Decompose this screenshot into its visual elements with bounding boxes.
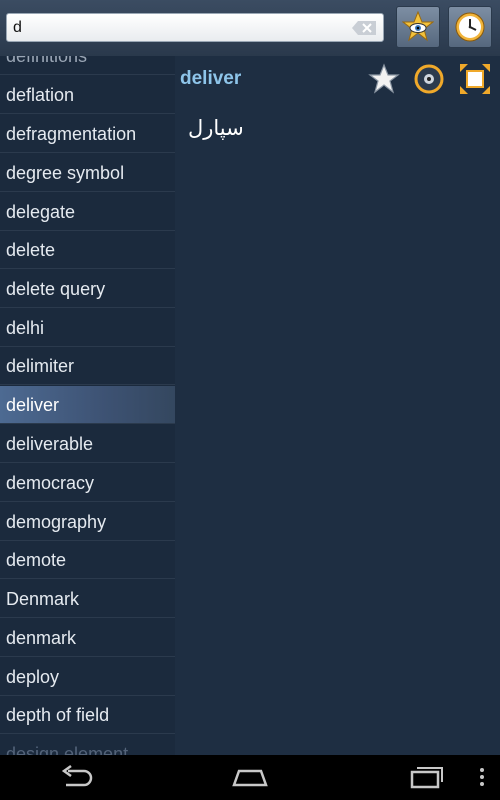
home-icon[interactable] — [231, 763, 269, 791]
list-item[interactable]: deliverable — [0, 425, 175, 463]
list-item[interactable]: definitions — [0, 56, 175, 75]
list-item[interactable]: deploy — [0, 658, 175, 696]
list-item[interactable]: degree symbol — [0, 154, 175, 192]
star-icon[interactable] — [367, 62, 401, 96]
list-item[interactable]: deflation — [0, 76, 175, 114]
list-item[interactable]: depth of field — [0, 696, 175, 734]
back-icon[interactable] — [58, 763, 94, 791]
recent-apps-icon[interactable] — [408, 763, 444, 791]
list-item[interactable]: Denmark — [0, 580, 175, 618]
clock-icon — [455, 12, 485, 42]
entry-panel: deliver سپارل — [175, 56, 500, 755]
list-item[interactable]: denmark — [0, 619, 175, 657]
fullscreen-icon[interactable] — [458, 62, 492, 96]
history-button[interactable] — [448, 6, 492, 48]
list-item[interactable]: design element — [0, 735, 175, 755]
list-item[interactable]: demography — [0, 503, 175, 541]
list-item[interactable]: demote — [0, 541, 175, 579]
overflow-menu-icon[interactable] — [476, 763, 488, 791]
word-list[interactable]: definitions deflation defragmentation de… — [0, 56, 175, 755]
clear-search-icon[interactable] — [351, 20, 377, 36]
list-item[interactable]: delete query — [0, 270, 175, 308]
search-input[interactable] — [13, 17, 343, 39]
entry-translation: سپارل — [188, 116, 244, 140]
list-item[interactable]: delegate — [0, 193, 175, 231]
system-nav-bar — [0, 755, 500, 800]
list-item[interactable]: delhi — [0, 309, 175, 347]
list-item-selected[interactable]: deliver — [0, 386, 175, 424]
list-item[interactable]: delimiter — [0, 347, 175, 385]
speaker-icon[interactable] — [412, 62, 446, 96]
search-box[interactable] — [6, 13, 384, 42]
star-eye-icon — [402, 11, 434, 42]
list-item[interactable]: delete — [0, 231, 175, 269]
top-bar — [0, 0, 500, 57]
favorites-button[interactable] — [396, 6, 440, 48]
list-item[interactable]: democracy — [0, 464, 175, 502]
list-item[interactable]: defragmentation — [0, 115, 175, 153]
entry-headword: deliver — [180, 68, 242, 89]
